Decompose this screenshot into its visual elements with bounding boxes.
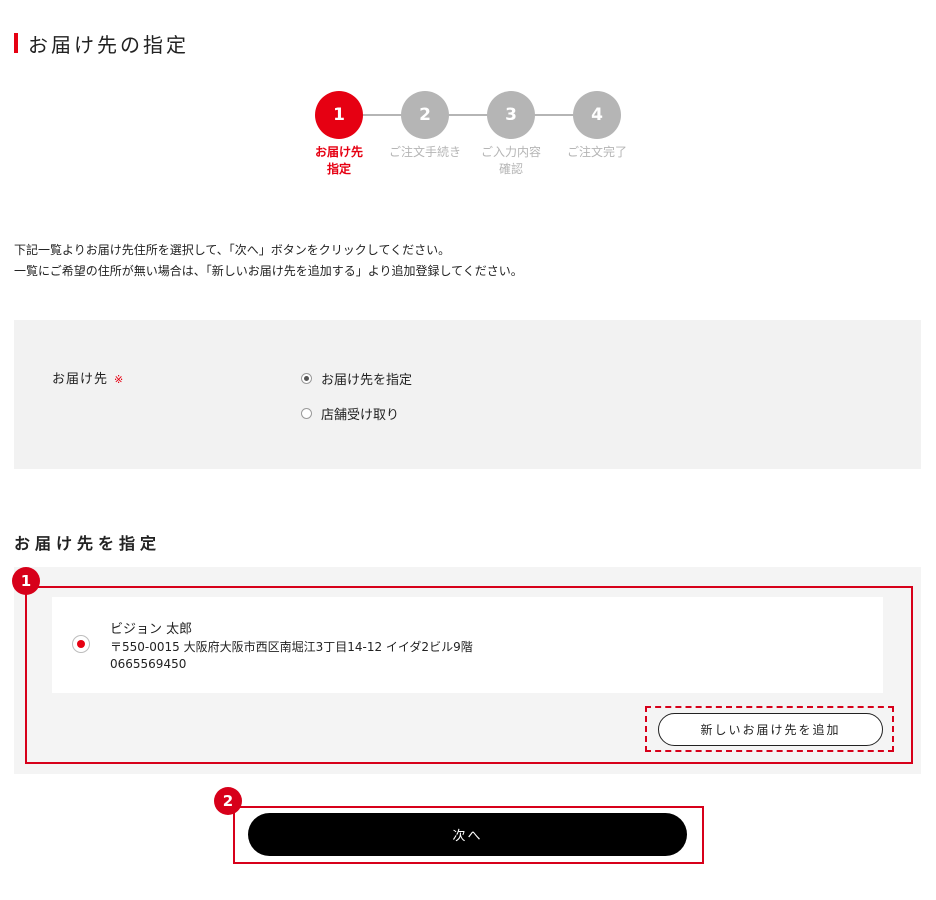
step-4-label-line1: ご注文完了 — [566, 145, 627, 159]
step-1-label: お届け先 指定 — [291, 144, 387, 178]
address-name: ビジョン 太郎 — [110, 622, 193, 637]
title-accent-bar — [14, 33, 18, 53]
step-connector — [362, 114, 402, 116]
step-connector — [534, 114, 574, 116]
address-radio[interactable] — [72, 635, 90, 653]
annotation-badge-2: 2 — [214, 787, 242, 815]
option-specify-address-label: お届け先を指定 — [321, 373, 413, 388]
option-specify-address[interactable]: お届け先を指定 — [301, 369, 412, 388]
step-2-label-line1: ご注文手続き — [388, 145, 461, 159]
address-card[interactable]: ビジョン 太郎 〒550-0015 大阪府大阪市西区南堀江3丁目14-12 イイ… — [52, 597, 883, 693]
delivery-field-label: お届け先 ※ — [52, 368, 124, 387]
step-2-circle: 2 — [401, 91, 449, 139]
delivery-label-text: お届け先 — [52, 372, 109, 387]
step-2-label: ご注文手続き — [377, 144, 473, 161]
step-4-circle: 4 — [573, 91, 621, 139]
step-3-label-line2: 確認 — [498, 162, 523, 176]
address-section-heading: お届け先を指定 — [14, 534, 162, 553]
page-title: お届け先の指定 — [14, 30, 189, 57]
address-text: 〒550-0015 大阪府大阪市西区南堀江3丁目14-12 イイダ2ビル9階 — [110, 640, 473, 654]
instruction-line-1: 下記一覧よりお届け先住所を選択して、「次へ」ボタンをクリックしてください。 — [14, 243, 451, 257]
step-3-circle: 3 — [487, 91, 535, 139]
step-1-label-line2: 指定 — [326, 162, 351, 176]
step-3-label: ご入力内容 確認 — [463, 144, 559, 178]
step-1-label-line1: お届け先 — [314, 145, 363, 159]
option-store-pickup[interactable]: 店舗受け取り — [301, 404, 399, 423]
address-phone: 0665569450 — [110, 657, 187, 671]
radio-specify-address[interactable] — [301, 373, 312, 384]
annotation-badge-1: 1 — [12, 567, 40, 595]
option-store-pickup-label: 店舗受け取り — [321, 408, 400, 423]
add-address-button[interactable]: 新しいお届け先を追加 — [658, 713, 883, 746]
radio-store-pickup[interactable] — [301, 408, 312, 419]
step-4-label: ご注文完了 — [549, 144, 645, 161]
delivery-method-panel: お届け先 ※ お届け先を指定 店舗受け取り — [14, 320, 921, 469]
step-connector — [448, 114, 488, 116]
required-mark: ※ — [114, 373, 125, 386]
step-1-circle: 1 — [315, 91, 363, 139]
next-button[interactable]: 次へ — [248, 813, 687, 856]
page-title-text: お届け先の指定 — [28, 32, 189, 57]
instructions: 下記一覧よりお届け先住所を選択して、「次へ」ボタンをクリックしてください。 一覧… — [14, 240, 523, 282]
instruction-line-2: 一覧にご希望の住所が無い場合は、「新しいお届け先を追加する」より追加登録してくだ… — [14, 264, 523, 278]
step-3-label-line1: ご入力内容 — [480, 145, 541, 159]
